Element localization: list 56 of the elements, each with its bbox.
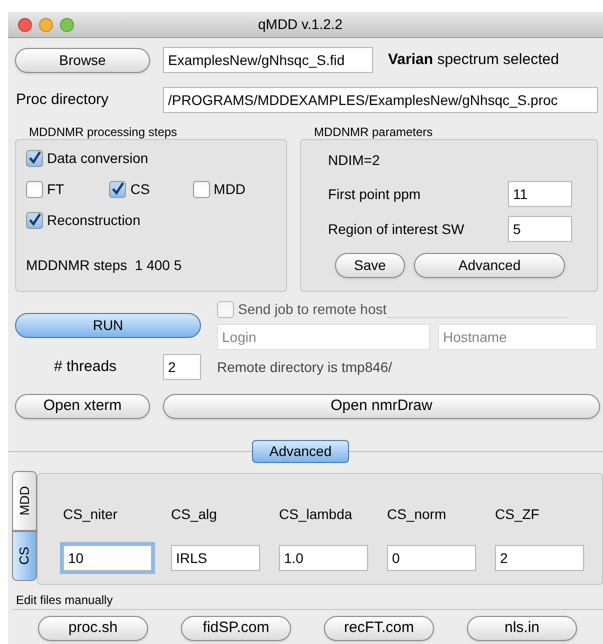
file-button[interactable]: nls.in xyxy=(467,616,577,641)
field-label: First point ppm xyxy=(328,184,422,204)
section-title: Edit files manually xyxy=(16,592,114,606)
param-label: CS_norm xyxy=(387,505,448,524)
checkbox[interactable] xyxy=(192,181,210,198)
steps-text: MDDNMR steps 1 400 5 xyxy=(26,256,183,275)
checkbox-label: MDD xyxy=(214,180,246,199)
checkbox[interactable] xyxy=(109,181,126,198)
checkbox[interactable] xyxy=(26,181,43,198)
open-nmrdraw-button[interactable]: Open nmrDraw xyxy=(163,394,600,419)
side-tab[interactable]: CS xyxy=(12,531,37,581)
param-label: CS_lambda xyxy=(279,505,354,524)
save-button[interactable]: Save xyxy=(335,253,405,278)
minimize-icon[interactable] xyxy=(39,18,53,32)
checkbox-label: Reconstruction xyxy=(47,211,140,230)
number-field[interactable]: 5 xyxy=(508,216,572,242)
side-tab[interactable]: MDD xyxy=(12,471,37,531)
proc-directory-label: Proc directory xyxy=(16,90,110,110)
param-label: CS_alg xyxy=(171,505,218,524)
checkbox-label: Send job to remote host xyxy=(238,300,387,319)
browse-button[interactable]: Browse xyxy=(15,48,150,72)
hostname-field[interactable]: Hostname xyxy=(438,324,597,350)
proc-directory-field[interactable]: /PROGRAMS/MDDEXAMPLES/ExamplesNew/gNhsqc_S.proc xyxy=(163,87,598,113)
close-icon[interactable] xyxy=(18,18,32,32)
advanced-toggle[interactable]: Advanced xyxy=(252,440,349,463)
window-title: qMDD v.1.2.2 xyxy=(258,15,343,34)
ndim-text: NDIM=2 xyxy=(328,151,381,170)
login-field[interactable]: Login xyxy=(217,324,430,350)
zoom-icon[interactable] xyxy=(60,18,74,32)
param-field[interactable]: IRLS xyxy=(171,545,260,571)
file-button[interactable]: proc.sh xyxy=(38,616,148,641)
open-xterm-button[interactable]: Open xterm xyxy=(15,394,150,419)
threads-field[interactable]: 2 xyxy=(163,354,201,380)
param-field[interactable]: 10 xyxy=(63,545,152,571)
file-button[interactable]: recFT.com xyxy=(324,616,434,641)
group-title: MDDNMR processing steps xyxy=(29,124,178,139)
file-button[interactable]: fidSP.com xyxy=(181,616,291,641)
number-field[interactable]: 11 xyxy=(508,181,572,207)
param-label: CS_ZF xyxy=(495,505,540,524)
param-label: CS_niter xyxy=(63,505,118,524)
group-title: MDDNMR parameters xyxy=(314,124,434,139)
advanced-button[interactable]: Advanced xyxy=(414,253,565,278)
checkbox[interactable] xyxy=(26,150,43,167)
file-field[interactable]: ExamplesNew/gNhsqc_S.fid xyxy=(163,47,373,73)
checkbox[interactable] xyxy=(26,212,43,229)
status-text: Varian spectrum selected xyxy=(388,50,559,70)
param-field[interactable]: 0 xyxy=(387,545,476,571)
param-field[interactable]: 2 xyxy=(495,545,584,571)
checkbox-label: FT xyxy=(47,180,64,199)
remote-directory-text: Remote directory is tmp846/ xyxy=(217,358,394,377)
checkbox-label: CS xyxy=(130,180,150,199)
run-button[interactable]: RUN xyxy=(15,313,201,338)
field-label: Region of interest SW xyxy=(328,220,466,239)
threads-label: # threads xyxy=(53,356,118,377)
param-field[interactable]: 1.0 xyxy=(279,545,368,571)
checkbox-label: Data conversion xyxy=(47,149,148,168)
